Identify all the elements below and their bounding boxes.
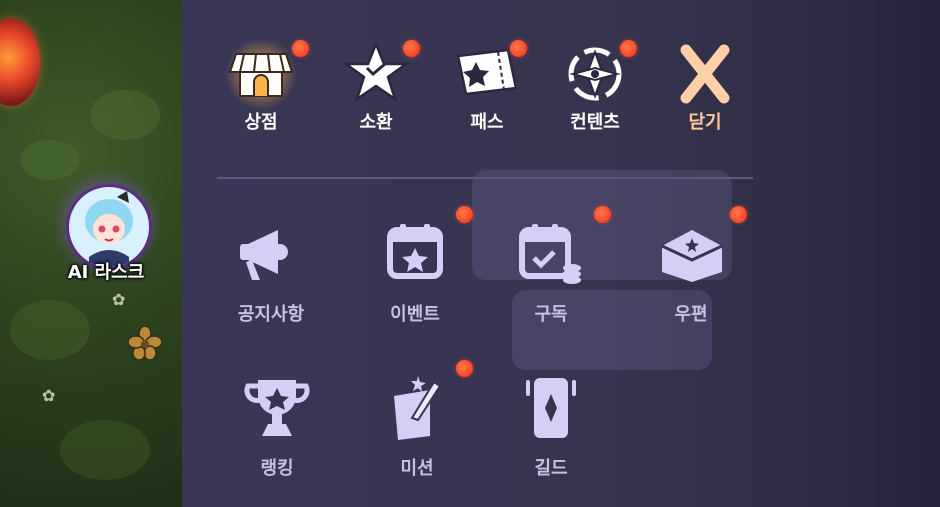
trophy-icon — [244, 380, 310, 436]
menu-guild-label: 길드 — [534, 458, 568, 479]
notification-badge — [456, 206, 473, 223]
flower-decoration — [128, 326, 162, 360]
guild-banner-icon — [526, 378, 576, 438]
menu-contents-label: 컨텐츠 — [570, 112, 620, 133]
character-name: AI 라스크 — [67, 262, 145, 283]
menu-close-label: 닫기 — [688, 112, 722, 133]
notification-badge — [620, 40, 637, 57]
close-icon — [680, 44, 730, 104]
small-flower-decoration: ✿ — [112, 290, 126, 309]
small-flower-decoration: ✿ — [42, 386, 56, 405]
mail-icon — [661, 230, 723, 282]
notification-badge — [730, 206, 747, 223]
menu-summon-label: 소환 — [359, 112, 393, 133]
megaphone-icon — [240, 230, 288, 280]
calendar-check-coins-icon — [519, 224, 581, 284]
quill-scroll-icon — [394, 376, 442, 440]
notification-badge — [594, 206, 611, 223]
notification-badge — [510, 40, 527, 57]
menu-pass-label: 패스 — [470, 112, 504, 133]
menu-mission-label: 미션 — [400, 458, 434, 479]
menu-shop-label: 상점 — [244, 112, 278, 133]
shop-icon — [225, 40, 297, 110]
notification-badge — [403, 40, 420, 57]
notification-badge — [456, 360, 473, 377]
notification-badge — [292, 40, 309, 57]
menu-subscribe-label: 구독 — [534, 304, 568, 325]
menu-mail-label: 우편 — [674, 304, 708, 325]
calendar-star-icon — [387, 224, 443, 279]
menu-event-label: 이벤트 — [390, 304, 440, 325]
menu-divider — [217, 177, 753, 179]
menu-ranking-label: 랭킹 — [260, 458, 294, 479]
menu-notice-label: 공지사항 — [237, 304, 305, 325]
